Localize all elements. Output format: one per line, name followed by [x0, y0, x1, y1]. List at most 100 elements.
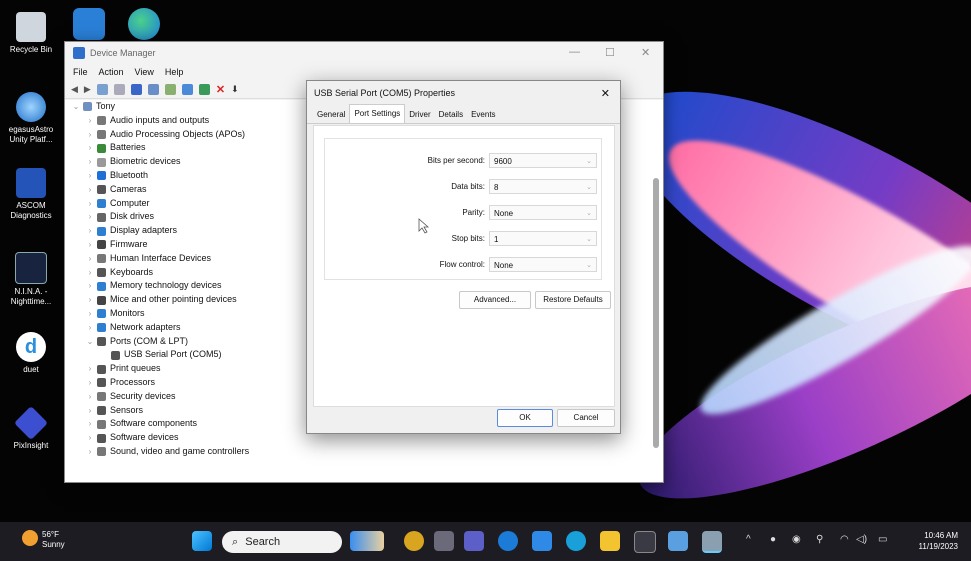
view-icon[interactable]: [113, 83, 125, 95]
update-driver-icon[interactable]: [198, 83, 210, 95]
browser-icon[interactable]: [566, 531, 586, 551]
close-icon[interactable]: ✕: [641, 46, 650, 59]
device-category-icon: [97, 364, 106, 374]
chevron-down-icon[interactable]: ⌄: [83, 335, 97, 349]
chevron-right-icon[interactable]: ›: [83, 266, 97, 280]
advanced-button[interactable]: Advanced...: [459, 291, 531, 309]
volume-icon[interactable]: ◁): [856, 534, 867, 545]
tree-item[interactable]: › Sound, video and game controllers: [83, 445, 663, 459]
chevron-right-icon[interactable]: ›: [83, 445, 97, 459]
chevron-right-icon[interactable]: ›: [83, 279, 97, 293]
ok-button[interactable]: OK: [497, 409, 553, 427]
clock[interactable]: 10:46 AM 11/19/2023: [902, 530, 958, 552]
usb-icon[interactable]: ⚲: [816, 534, 823, 545]
menu-action[interactable]: Action: [99, 67, 124, 77]
search-highlight-icon[interactable]: [350, 531, 384, 551]
select-value: None: [494, 209, 514, 218]
app-icon[interactable]: [404, 531, 424, 551]
stop-bits-select[interactable]: 1 ⌄: [489, 231, 597, 246]
tray-app-icon[interactable]: ◉: [792, 534, 801, 545]
properties-icon[interactable]: [96, 83, 108, 95]
scrollbar[interactable]: [653, 178, 659, 448]
task-view-icon[interactable]: [434, 531, 454, 551]
desktop-icon-pixinsight[interactable]: PixInsight: [0, 406, 62, 451]
chevron-right-icon[interactable]: ›: [83, 114, 97, 128]
uninstall-icon[interactable]: ✕: [216, 83, 225, 96]
tab-driver[interactable]: Driver: [405, 107, 434, 123]
app-icon[interactable]: [668, 531, 688, 551]
minimize-icon[interactable]: —: [569, 46, 580, 58]
chevron-right-icon[interactable]: ›: [83, 431, 97, 445]
edge-icon[interactable]: [498, 531, 518, 551]
monitor-icon[interactable]: [181, 83, 193, 95]
desktop-icon-recycle-bin[interactable]: Recycle Bin: [0, 12, 62, 55]
weather-text: Sunny: [42, 540, 65, 549]
chevron-right-icon[interactable]: ›: [83, 417, 97, 431]
snipping-tool-icon[interactable]: [634, 531, 656, 553]
tab-general[interactable]: General: [313, 107, 349, 123]
chevron-right-icon[interactable]: ›: [83, 197, 97, 211]
desktop-icon-ascom[interactable]: ASCOM Diagnostics: [0, 168, 62, 221]
tab-port-settings[interactable]: Port Settings: [349, 104, 406, 123]
cancel-button[interactable]: Cancel: [557, 409, 615, 427]
device-view-icon[interactable]: [147, 83, 159, 95]
tab-events[interactable]: Events: [467, 107, 499, 123]
tray-app-icon[interactable]: ●: [770, 534, 776, 545]
desktop-icon-pegasusastro[interactable]: egasusAstro Unity Platf...: [0, 92, 62, 145]
chevron-right-icon[interactable]: ›: [83, 362, 97, 376]
chevron-right-icon[interactable]: ›: [83, 252, 97, 266]
bits-per-second-select[interactable]: 9600 ⌄: [489, 153, 597, 168]
file-explorer-icon[interactable]: [600, 531, 620, 551]
chevron-right-icon[interactable]: ›: [83, 376, 97, 390]
wifi-icon[interactable]: ◠: [840, 534, 849, 545]
device-category-icon: [97, 378, 106, 388]
chevron-right-icon[interactable]: ›: [83, 128, 97, 142]
menu-file[interactable]: File: [73, 67, 88, 77]
chevron-right-icon[interactable]: ›: [83, 169, 97, 183]
chevron-right-icon[interactable]: ›: [83, 141, 97, 155]
weather-icon[interactable]: [22, 530, 38, 546]
back-icon[interactable]: ◀: [71, 84, 78, 95]
battery-icon[interactable]: ▭: [878, 534, 887, 545]
help-icon[interactable]: [130, 83, 142, 95]
chevron-right-icon[interactable]: ›: [83, 183, 97, 197]
teams-icon[interactable]: [464, 531, 484, 551]
app-shortcut-icon[interactable]: [73, 8, 105, 40]
edge-browser-icon[interactable]: [128, 8, 160, 40]
chevron-right-icon[interactable]: ›: [83, 155, 97, 169]
download-icon[interactable]: ⬇: [231, 84, 239, 95]
chevron-right-icon[interactable]: ›: [83, 390, 97, 404]
menu-help[interactable]: Help: [165, 67, 184, 77]
desktop-icon-duet[interactable]: d duet: [0, 332, 62, 375]
weather-widget[interactable]: 56°F Sunny: [42, 530, 65, 550]
tab-details[interactable]: Details: [435, 107, 467, 123]
app-icon[interactable]: [532, 531, 552, 551]
search-box[interactable]: ⌕ Search: [222, 531, 342, 553]
device-manager-taskbar-icon[interactable]: [702, 531, 722, 553]
scan-hardware-icon[interactable]: [164, 83, 176, 95]
chevron-right-icon[interactable]: ›: [83, 238, 97, 252]
dialog-titlebar[interactable]: USB Serial Port (COM5) Properties: [307, 81, 620, 105]
menu-view[interactable]: View: [135, 67, 154, 77]
chevron-right-icon[interactable]: ›: [83, 293, 97, 307]
device-category-icon: [97, 171, 106, 181]
chevron-right-icon[interactable]: ›: [83, 307, 97, 321]
flow-control-select[interactable]: None ⌄: [489, 257, 597, 272]
start-icon[interactable]: [192, 531, 212, 551]
data-bits-select[interactable]: 8 ⌄: [489, 179, 597, 194]
parity-select[interactable]: None ⌄: [489, 205, 597, 220]
restore-defaults-button[interactable]: Restore Defaults: [535, 291, 611, 309]
bits-per-second-row: Bits per second: 9600 ⌄: [325, 153, 601, 169]
desktop-icon-nina[interactable]: N.I.N.A. - Nighttime...: [0, 252, 62, 307]
device-category-icon: [97, 212, 106, 222]
chevron-down-icon[interactable]: ⌄: [69, 100, 83, 114]
chevron-right-icon[interactable]: ›: [83, 404, 97, 418]
close-icon[interactable]: ✕: [601, 87, 610, 100]
device-category-icon: [97, 405, 106, 415]
forward-icon[interactable]: ▶: [84, 84, 91, 95]
chevron-up-icon[interactable]: ^: [746, 534, 751, 545]
chevron-right-icon[interactable]: ›: [83, 224, 97, 238]
chevron-right-icon[interactable]: ›: [83, 210, 97, 224]
chevron-right-icon[interactable]: ›: [83, 321, 97, 335]
maximize-icon[interactable]: ☐: [605, 46, 615, 59]
